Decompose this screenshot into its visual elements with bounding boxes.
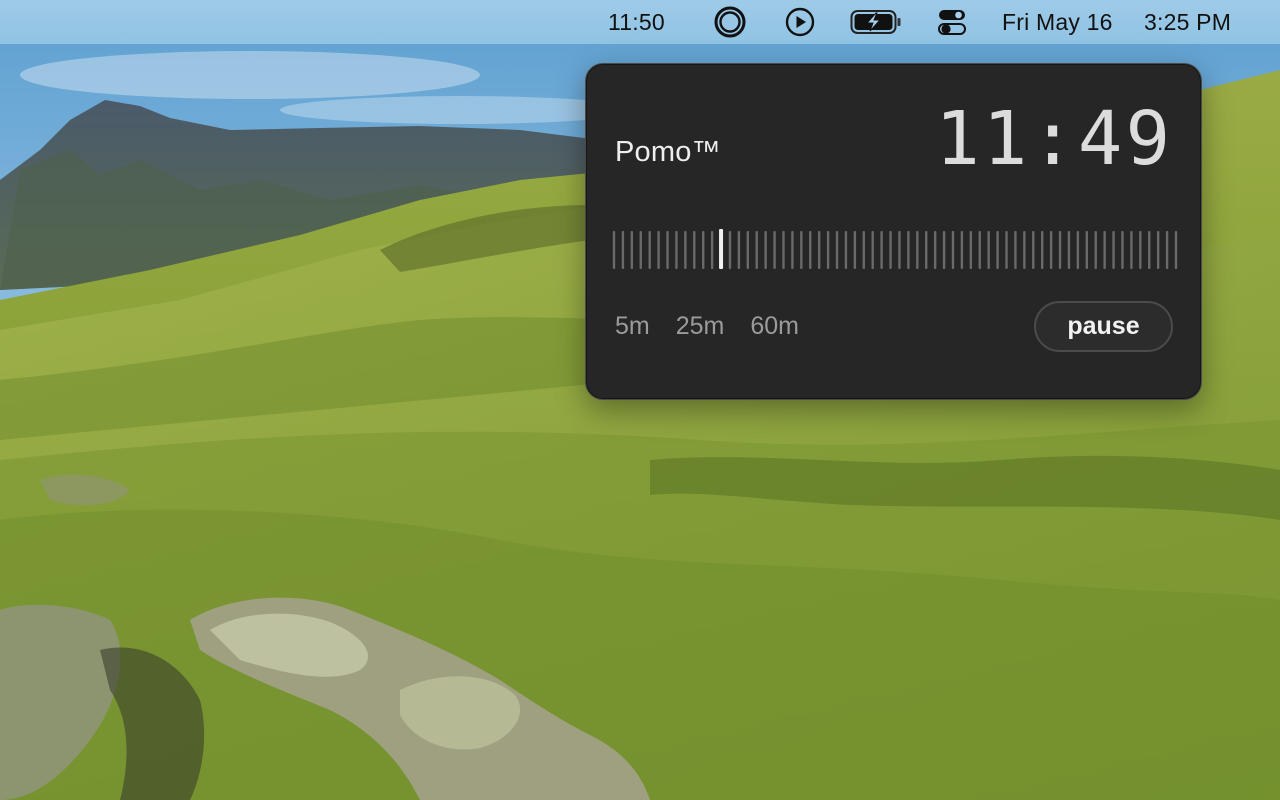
progress-tick — [898, 231, 901, 269]
progress-tick — [737, 231, 741, 269]
progress-tick — [746, 231, 750, 269]
progress-tick — [666, 231, 669, 269]
menubar-clock[interactable]: 3:25 PM — [1144, 0, 1231, 44]
progress-tick — [987, 231, 990, 269]
progress-tick — [844, 231, 848, 269]
progress-tick — [1040, 231, 1044, 269]
progress-tick — [782, 231, 785, 269]
progress-tick — [1067, 231, 1071, 269]
progress-tick — [791, 231, 794, 269]
progress-tick — [639, 231, 642, 269]
progress-tick — [710, 231, 714, 269]
progress-tick — [835, 231, 839, 269]
progress-tick — [693, 231, 696, 269]
preset-25m-button[interactable]: 25m — [676, 312, 725, 341]
progress-tick — [1103, 231, 1106, 269]
progress-tick — [942, 231, 946, 269]
progress-tick — [1032, 231, 1035, 269]
progress-tick — [1174, 231, 1178, 269]
ring-icon[interactable] — [713, 0, 747, 44]
progress-tick — [612, 231, 616, 269]
progress-tick — [1148, 231, 1151, 269]
progress-tick — [773, 231, 776, 269]
progress-tick — [862, 231, 865, 269]
menubar-date[interactable]: Fri May 16 — [1002, 0, 1113, 44]
preset-5m-button[interactable]: 5m — [615, 312, 650, 341]
progress-tick — [1085, 231, 1088, 269]
progress-tick — [1130, 231, 1133, 269]
app-title: Pomo™ — [615, 136, 721, 168]
progress-tick — [1076, 231, 1080, 269]
progress-tick — [684, 231, 687, 269]
progress-tick — [630, 231, 634, 269]
progress-tick — [1094, 231, 1097, 269]
progress-tick — [969, 231, 973, 269]
progress-tick — [826, 231, 830, 269]
progress-tick — [1121, 231, 1124, 269]
progress-tick — [880, 231, 883, 269]
preset-60m-button[interactable]: 60m — [750, 312, 799, 341]
pause-button[interactable]: pause — [1034, 301, 1173, 352]
progress-tick — [978, 231, 981, 269]
progress-tick — [755, 231, 758, 269]
control-center-icon[interactable] — [938, 0, 966, 44]
progress-tick — [809, 231, 812, 269]
progress-tick — [1112, 231, 1115, 269]
progress-tick — [817, 231, 821, 269]
progress-tick — [675, 231, 678, 269]
progress-ticks[interactable] — [612, 229, 1178, 271]
progress-tick — [702, 231, 705, 269]
progress-tick — [648, 231, 651, 269]
progress-tick — [1165, 231, 1169, 269]
menubar-timer[interactable]: 11:50 — [608, 0, 665, 44]
progress-tick — [996, 231, 999, 269]
progress-tick — [951, 231, 955, 269]
progress-tick — [925, 231, 928, 269]
progress-tick — [728, 231, 732, 269]
progress-tick — [907, 231, 910, 269]
pomo-popover: Pomo™ 11:49 5m 25m 60m pause — [585, 63, 1202, 400]
progress-tick — [853, 231, 857, 269]
progress-tick — [889, 231, 892, 269]
progress-tick — [916, 231, 919, 269]
progress-tick — [1014, 231, 1017, 269]
preset-list: 5m 25m 60m — [615, 312, 799, 341]
progress-tick — [871, 231, 874, 269]
progress-tick — [1005, 231, 1008, 269]
progress-tick — [1156, 231, 1160, 269]
progress-tick — [960, 231, 964, 269]
battery-charging-icon[interactable] — [850, 0, 902, 44]
menu-bar: 11:50 Fri May 16 3:25 PM — [0, 0, 1280, 44]
progress-tick — [1139, 231, 1142, 269]
progress-tick — [621, 231, 625, 269]
progress-tick — [800, 231, 803, 269]
progress-tick — [657, 231, 660, 269]
progress-tick — [1049, 231, 1053, 269]
play-circle-icon[interactable] — [784, 0, 816, 44]
progress-tick — [933, 231, 937, 269]
current-tick — [719, 229, 724, 269]
progress-tick — [1058, 231, 1062, 269]
remaining-time: 11:49 — [935, 96, 1173, 182]
progress-tick — [764, 231, 767, 269]
progress-tick — [1023, 231, 1026, 269]
